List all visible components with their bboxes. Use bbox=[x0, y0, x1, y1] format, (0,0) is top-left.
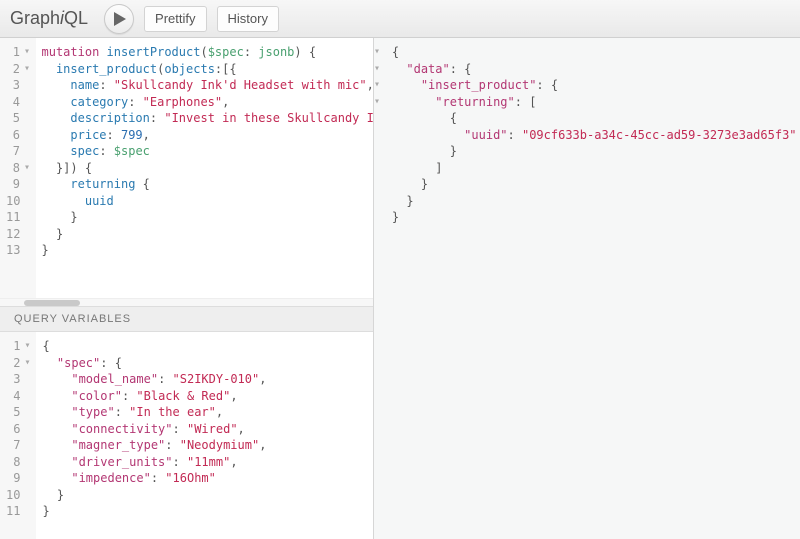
logo-text-pre: Graph bbox=[10, 8, 60, 28]
prettify-button[interactable]: Prettify bbox=[144, 6, 206, 32]
query-code[interactable]: mutation insertProduct($spec: jsonb) { i… bbox=[36, 38, 374, 298]
topbar: GraphiQL Prettify History bbox=[0, 0, 800, 38]
query-line-gutter: 1 2 3 4 5 6 7 8 9 10 11 12 13 bbox=[0, 38, 24, 298]
history-button[interactable]: History bbox=[217, 6, 279, 32]
query-editor[interactable]: 1 2 3 4 5 6 7 8 9 10 11 12 13 ▾ ▾ ▾ muta… bbox=[0, 38, 373, 298]
result-code: { "data": { "insert_product": { "returni… bbox=[386, 38, 800, 539]
execute-button[interactable] bbox=[104, 4, 134, 34]
logo-text-post: QL bbox=[64, 8, 88, 28]
vars-fold-gutter[interactable]: ▾ ▾ bbox=[24, 332, 36, 539]
vars-line-gutter: 1 2 3 4 5 6 7 8 9 10 11 bbox=[0, 332, 24, 539]
variables-editor[interactable]: 1 2 3 4 5 6 7 8 9 10 11 ▾ ▾ { "spec": { … bbox=[0, 332, 373, 539]
variables-title[interactable]: Query Variables bbox=[0, 306, 373, 332]
variables-pane: Query Variables 1 2 3 4 5 6 7 8 9 10 11 … bbox=[0, 306, 373, 539]
vars-code[interactable]: { "spec": { "model_name": "S2IKDY-010", … bbox=[36, 332, 373, 539]
main: 1 2 3 4 5 6 7 8 9 10 11 12 13 ▾ ▾ ▾ muta… bbox=[0, 38, 800, 539]
result-fold-gutter[interactable]: ▾ ▾ ▾ ▾ bbox=[374, 38, 386, 539]
graphiql-logo: GraphiQL bbox=[10, 8, 88, 29]
query-hscroll-thumb[interactable] bbox=[24, 300, 80, 306]
query-fold-gutter[interactable]: ▾ ▾ ▾ bbox=[24, 38, 36, 298]
left-pane: 1 2 3 4 5 6 7 8 9 10 11 12 13 ▾ ▾ ▾ muta… bbox=[0, 38, 374, 539]
play-icon bbox=[114, 12, 126, 26]
result-pane: ▾ ▾ ▾ ▾ { "data": { "insert_product": { … bbox=[374, 38, 800, 539]
query-hscrollbar[interactable] bbox=[0, 298, 373, 306]
